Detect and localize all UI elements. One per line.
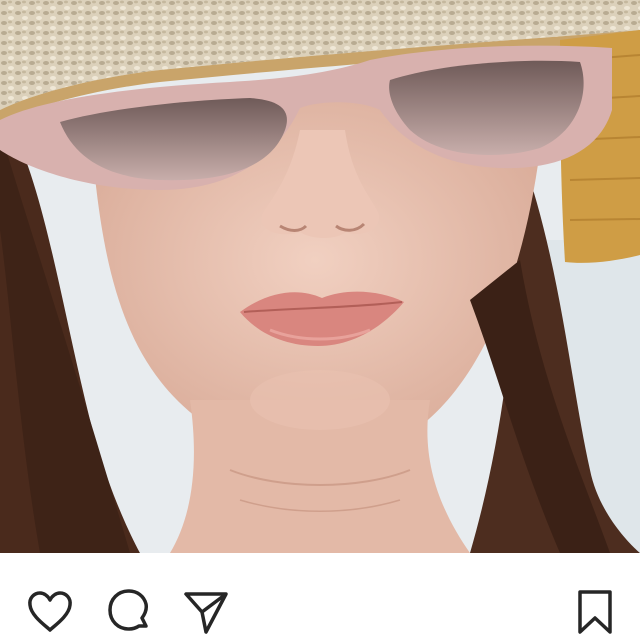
instagram-post xyxy=(0,0,640,640)
paper-plane-icon xyxy=(184,592,228,634)
save-button[interactable] xyxy=(571,588,619,636)
speech-bubble-icon xyxy=(108,589,148,631)
post-action-bar xyxy=(0,553,640,640)
share-button[interactable] xyxy=(182,588,230,636)
post-photo[interactable] xyxy=(0,0,640,553)
bookmark-icon xyxy=(578,590,612,634)
like-button[interactable] xyxy=(26,588,74,636)
comment-button[interactable] xyxy=(105,588,153,636)
heart-icon xyxy=(28,591,72,632)
